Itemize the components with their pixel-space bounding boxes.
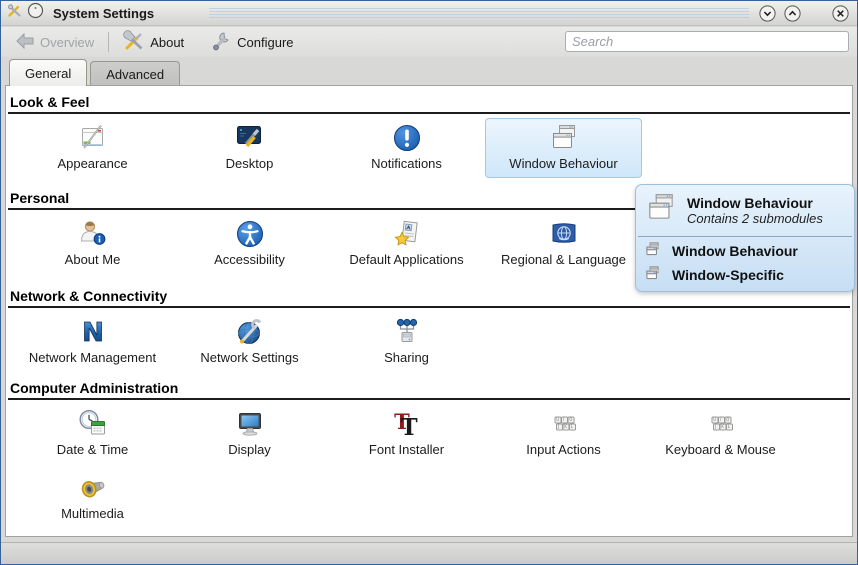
module-multimedia[interactable]: Multimedia xyxy=(14,468,171,528)
module-sharing[interactable]: Sharing xyxy=(328,312,485,372)
section-header: Look & Feel xyxy=(10,94,848,110)
module-date-time[interactable]: Date & Time xyxy=(14,404,171,464)
window-behaviour-icon xyxy=(644,265,661,285)
regional-language-icon xyxy=(548,215,580,250)
notifications-icon xyxy=(391,119,423,154)
desktop-icon xyxy=(234,119,266,154)
module-network-management[interactable]: N Network Management xyxy=(14,312,171,372)
module-regional-language[interactable]: Regional & Language xyxy=(485,214,642,274)
tab-general[interactable]: General xyxy=(9,59,87,86)
svg-text:N: N xyxy=(82,318,104,348)
section-rule xyxy=(8,112,850,114)
module-window-behaviour[interactable]: Window Behaviour xyxy=(485,118,642,178)
crossed-tools-icon xyxy=(123,30,145,55)
toolbar-separator xyxy=(108,32,109,52)
module-appearance[interactable]: Appearance xyxy=(14,118,171,178)
network-management-icon: N xyxy=(77,313,109,348)
keyboard-icon: UIO JKL xyxy=(548,405,580,440)
keyboard-icon: UIO JKL xyxy=(705,405,737,440)
titlebar-decoration xyxy=(209,8,749,19)
svg-text:I: I xyxy=(720,417,721,422)
section-rule xyxy=(8,398,850,400)
back-arrow-icon xyxy=(15,31,35,54)
date-time-icon xyxy=(77,405,109,440)
svg-text:J: J xyxy=(557,424,559,429)
wrench-icon xyxy=(210,30,232,55)
submodule-window-behaviour[interactable]: Window Behaviour xyxy=(636,239,854,263)
accessibility-icon xyxy=(234,215,266,250)
svg-text:U: U xyxy=(556,417,559,422)
window-behaviour-icon xyxy=(644,191,678,230)
about-me-icon xyxy=(77,215,109,250)
minimize-button[interactable] xyxy=(758,5,776,23)
svg-text:U: U xyxy=(713,417,716,422)
window-behaviour-icon xyxy=(644,241,661,261)
search-input[interactable] xyxy=(565,31,849,52)
module-accessibility[interactable]: Accessibility xyxy=(171,214,328,274)
close-button[interactable] xyxy=(831,5,849,23)
tooltip-separator xyxy=(638,236,852,237)
section-rule xyxy=(8,306,850,308)
settings-panel: Look & Feel Ap xyxy=(5,85,853,537)
svg-text:T: T xyxy=(400,414,417,440)
section-header: Computer Administration xyxy=(10,380,848,396)
overview-button[interactable]: Overview xyxy=(9,29,100,56)
module-default-applications[interactable]: Default Applications xyxy=(328,214,485,274)
display-icon xyxy=(234,405,266,440)
svg-text:O: O xyxy=(726,417,729,422)
svg-text:K: K xyxy=(721,424,724,429)
tooltip-subtitle: Contains 2 submodules xyxy=(687,211,823,226)
tooltip-title: Window Behaviour xyxy=(687,195,823,211)
window-title: System Settings xyxy=(53,6,154,21)
section-network-connectivity: Network & Connectivity N Network Managem… xyxy=(8,288,850,372)
module-tooltip: Window Behaviour Contains 2 submodules W… xyxy=(635,184,855,292)
app-tools-icon xyxy=(7,3,22,23)
module-font-installer[interactable]: T T Font Installer xyxy=(328,404,485,464)
configure-button[interactable]: Configure xyxy=(204,28,299,57)
svg-text:K: K xyxy=(564,424,567,429)
section-computer-administration: Computer Administration xyxy=(8,380,850,528)
module-input-actions[interactable]: UIO JKL Input Actions xyxy=(485,404,642,464)
tab-advanced[interactable]: Advanced xyxy=(90,61,180,86)
system-settings-window: System Settings xyxy=(0,0,858,565)
module-desktop[interactable]: Desktop xyxy=(171,118,328,178)
sharing-icon xyxy=(391,313,423,348)
section-look-and-feel: Look & Feel Ap xyxy=(8,94,850,178)
appearance-icon xyxy=(77,119,109,154)
module-network-settings[interactable]: Network Settings xyxy=(171,312,328,372)
window-behaviour-icon xyxy=(548,119,580,154)
svg-text:I: I xyxy=(563,417,564,422)
network-settings-icon xyxy=(234,313,266,348)
submodule-window-specific[interactable]: Window-Specific xyxy=(636,263,854,287)
module-keyboard-mouse[interactable]: UIO JKL Keyboard & Mouse xyxy=(642,404,799,464)
tab-bar: General Advanced xyxy=(5,57,853,86)
module-display[interactable]: Display xyxy=(171,404,328,464)
titlebar[interactable]: System Settings xyxy=(1,1,857,26)
window-menu-button[interactable] xyxy=(27,2,44,24)
svg-text:J: J xyxy=(714,424,716,429)
about-button[interactable]: About xyxy=(117,28,190,57)
toolbar: Overview About Configu xyxy=(1,27,857,57)
svg-text:O: O xyxy=(569,417,572,422)
module-about-me[interactable]: About Me xyxy=(14,214,171,274)
module-notifications[interactable]: Notifications xyxy=(328,118,485,178)
default-applications-icon xyxy=(391,215,423,250)
font-installer-icon: T T xyxy=(391,405,423,440)
maximize-button[interactable] xyxy=(783,5,801,23)
status-bar xyxy=(1,542,857,564)
speaker-icon xyxy=(77,469,109,504)
